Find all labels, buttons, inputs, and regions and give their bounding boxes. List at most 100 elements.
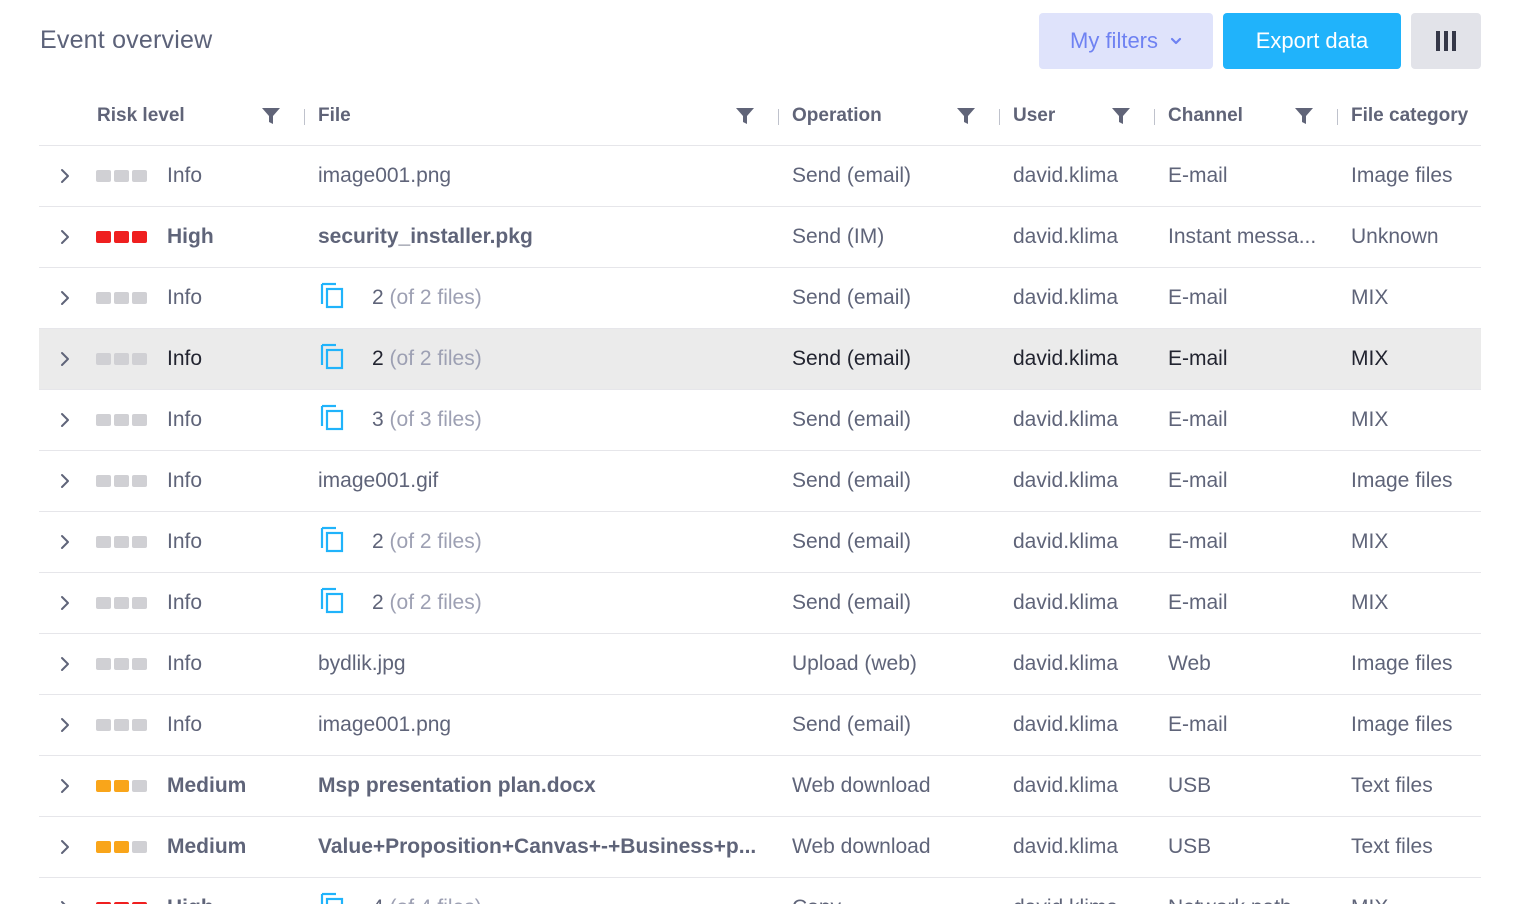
table-row[interactable]: Info 2 (of 2 files) Send (email) david.klim… (39, 512, 1481, 573)
chevron-right-icon[interactable] (57, 473, 73, 489)
chevron-right-icon[interactable] (57, 534, 73, 550)
risk-level: Info (167, 286, 203, 309)
channel: E-mail (1168, 286, 1228, 309)
chevron-right-icon[interactable] (57, 900, 73, 904)
user: david.klima (1013, 469, 1119, 492)
chevron-right-icon[interactable] (57, 290, 73, 306)
operation: Copy (792, 878, 841, 904)
filter-icon[interactable] (261, 106, 281, 126)
chevron-right-icon[interactable] (57, 656, 73, 672)
operation: Web download (792, 835, 931, 858)
table-row[interactable]: Info 3 (of 3 files) Send (email) david.klim… (39, 390, 1481, 451)
multi-file-count[interactable]: 2 (of 2 files) (372, 573, 482, 633)
risk-level: Info (167, 469, 203, 492)
chevron-right-icon[interactable] (57, 717, 73, 733)
multi-file-count[interactable]: 2 (of 2 files) (372, 329, 482, 389)
user: david.klima (1013, 347, 1119, 370)
file-category: MIX (1351, 591, 1389, 614)
file-name[interactable]: image001.gif (318, 451, 438, 511)
channel: E-mail (1168, 164, 1228, 187)
filter-icon[interactable] (1111, 106, 1131, 126)
file-name[interactable]: bydlik.jpg (318, 634, 406, 694)
file-category: MIX (1351, 347, 1389, 370)
file-name[interactable]: security_installer.pkg (318, 207, 533, 267)
operation: Send (email) (792, 347, 912, 370)
table-row[interactable]: Info image001.gif Send (email) david.klima E… (39, 451, 1481, 512)
file-name[interactable]: Value+Proposition+Canvas+-+Business+p... (318, 817, 756, 877)
col-header-channel[interactable]: Channel (1168, 86, 1243, 146)
col-header-file[interactable]: File (318, 86, 351, 146)
col-header-file-category[interactable]: File category (1351, 86, 1468, 146)
col-header-user[interactable]: User (1013, 86, 1055, 146)
table-row[interactable]: Info 2 (of 2 files) Send (email) david.klim… (39, 573, 1481, 634)
channel: USB (1168, 774, 1212, 797)
filter-icon[interactable] (956, 106, 976, 126)
filter-icon[interactable] (735, 106, 755, 126)
multi-file-count[interactable]: 2 (of 2 files) (372, 268, 482, 328)
file-category: MIX (1351, 286, 1389, 309)
table-row[interactable]: Info 2 (of 2 files) Send (email) david.klim… (39, 329, 1481, 390)
file-category: Unknown (1351, 225, 1439, 248)
user: david.klima (1013, 408, 1119, 431)
export-data-label: Export data (1255, 28, 1369, 53)
chevron-right-icon[interactable] (57, 839, 73, 855)
my-filters-label: My filters (1070, 28, 1158, 53)
table-row[interactable]: Info image001.png Send (email) david.klima E… (39, 146, 1481, 207)
file-name[interactable]: image001.png (318, 695, 451, 755)
col-header-risk-level[interactable]: Risk level (97, 86, 185, 146)
table-row[interactable]: High 4 (of 4 files) Copy david.klima Network… (39, 878, 1481, 904)
page-title: Event overview (40, 26, 213, 54)
chevron-right-icon[interactable] (57, 351, 73, 367)
file-category: MIX (1351, 408, 1389, 431)
col-header-operation[interactable]: Operation (792, 86, 882, 146)
chevron-right-icon[interactable] (57, 778, 73, 794)
chevron-right-icon[interactable] (57, 595, 73, 611)
operation: Send (email) (792, 469, 912, 492)
operation: Send (email) (792, 286, 912, 309)
user: david.klima (1013, 164, 1119, 187)
risk-indicator (96, 292, 147, 304)
table-body: Info image001.png Send (email) david.klima E… (39, 146, 1481, 904)
risk-level: Medium (167, 835, 247, 858)
table-row[interactable]: Medium Msp presentation plan.docx Web down… (39, 756, 1481, 817)
file-name[interactable]: image001.png (318, 146, 451, 206)
risk-level: Info (167, 530, 203, 553)
channel: Instant messa... (1168, 225, 1317, 248)
multi-file-count[interactable]: 3 (of 3 files) (372, 390, 482, 450)
risk-indicator (96, 658, 147, 670)
risk-level: High (167, 225, 214, 248)
chevron-right-icon[interactable] (57, 412, 73, 428)
copy-files-icon (320, 343, 344, 370)
file-name[interactable]: Msp presentation plan.docx (318, 756, 596, 816)
table-row[interactable]: Info 2 (of 2 files) Send (email) david.klim… (39, 268, 1481, 329)
table-row[interactable]: Medium Value+Proposition+Canvas+-+Busines… (39, 817, 1481, 878)
multi-file-count[interactable]: 4 (of 4 files) (372, 878, 482, 904)
column-settings-button[interactable] (1411, 13, 1481, 69)
table-row[interactable]: Info bydlik.jpg Upload (web) david.klima Web… (39, 634, 1481, 695)
file-category: Text files (1351, 835, 1433, 858)
table-row[interactable]: High security_installer.pkg Send (IM) david… (39, 207, 1481, 268)
operation: Send (email) (792, 408, 912, 431)
risk-level: High (167, 878, 214, 904)
risk-indicator (96, 414, 147, 426)
risk-level: Medium (167, 774, 247, 797)
risk-indicator (96, 780, 147, 792)
risk-indicator (96, 841, 147, 853)
user: david.klima (1013, 652, 1119, 675)
risk-indicator (96, 597, 147, 609)
file-category: Image files (1351, 713, 1453, 736)
user: david.klima (1013, 591, 1119, 614)
file-category: Text files (1351, 774, 1433, 797)
multi-file-count[interactable]: 2 (of 2 files) (372, 512, 482, 572)
my-filters-button[interactable]: My filters (1039, 13, 1213, 69)
file-category: MIX (1351, 530, 1389, 553)
export-data-button[interactable]: Export data (1223, 13, 1401, 69)
filter-icon[interactable] (1294, 106, 1314, 126)
channel: E-mail (1168, 713, 1228, 736)
table-row[interactable]: Info image001.png Send (email) david.klima E… (39, 695, 1481, 756)
chevron-right-icon[interactable] (57, 229, 73, 245)
operation: Send (email) (792, 530, 912, 553)
risk-indicator (96, 719, 147, 731)
chevron-right-icon[interactable] (57, 168, 73, 184)
risk-level: Info (167, 591, 203, 614)
